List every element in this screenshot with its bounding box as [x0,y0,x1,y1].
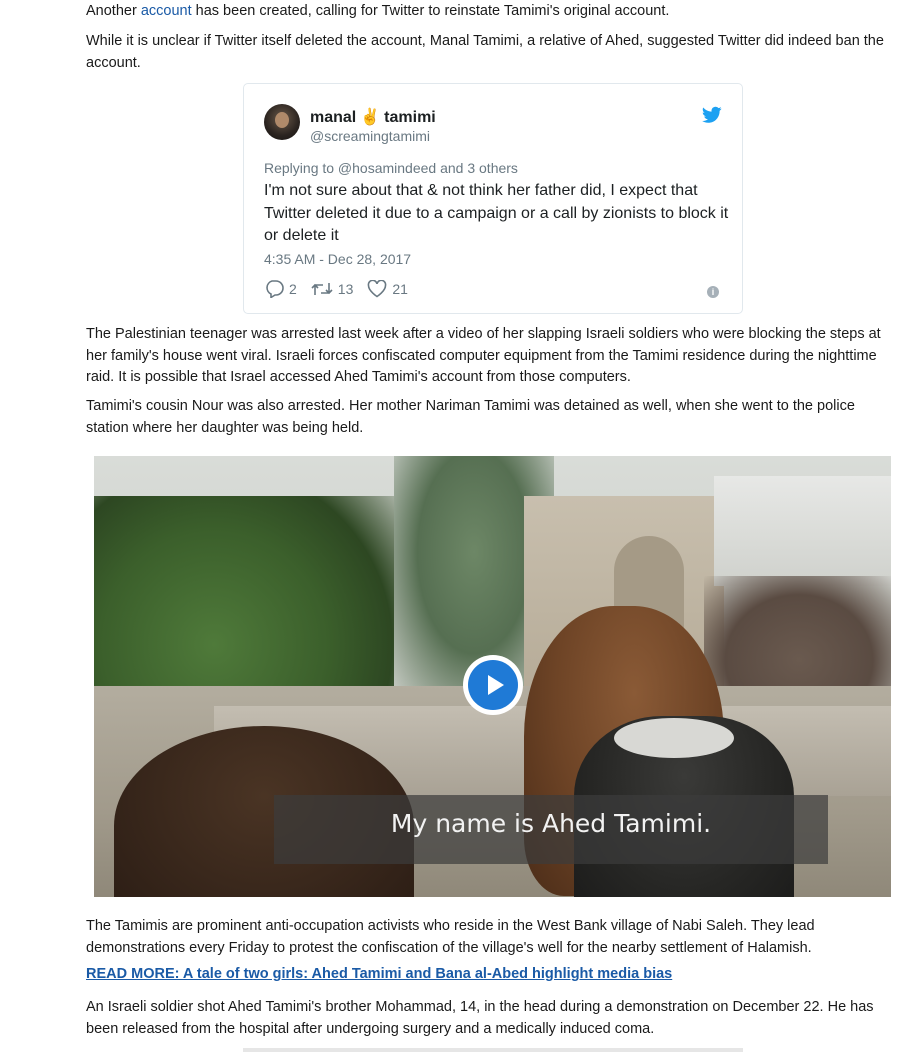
paragraph-soldier: An Israeli soldier shot Ahed Tamimi's br… [86,999,874,1037]
play-button[interactable] [463,655,523,715]
name-first: manal [310,109,357,126]
reply-icon [266,280,284,298]
account-link[interactable]: account [141,3,192,19]
paragraph-arrest: The Palestinian teenager was arrested la… [86,326,881,385]
read-more-link[interactable]: READ MORE: A tale of two girls: Ahed Tam… [86,966,672,982]
retweet-icon [311,283,333,295]
tweet-handle[interactable]: @screamingtamimi [310,128,430,144]
retweet-count: 13 [337,281,354,297]
paragraph-account: Another account has been created, callin… [86,1,896,23]
reply-count: 2 [289,281,297,297]
tweet-reply-to[interactable]: Replying to @hosamindeed and 3 others [264,160,518,176]
paragraph-cousin: Tamimi's cousin Nour was also arrested. … [86,398,855,436]
tweet-author-name[interactable]: manal ✌ tamimi [310,107,436,127]
paragraph-text: Another [86,3,141,19]
play-icon [468,660,518,710]
video-caption: My name is Ahed Tamimi. [390,809,712,838]
reply-button[interactable]: 2 [264,280,297,298]
peace-emoji-icon: ✌ [360,109,381,126]
paragraph-manal: While it is unclear if Twitter itself de… [86,33,884,71]
tweet-actions: 2 13 21 [264,280,408,298]
next-embed-edge [243,1048,743,1052]
retweet-button[interactable]: 13 [311,281,354,297]
embedded-tweet[interactable]: manal ✌ tamimi @screamingtamimi Replying t… [243,83,743,314]
like-button[interactable]: 21 [367,280,408,298]
paragraph-text: has been created, calling for Twitter to… [191,3,670,19]
tweet-timestamp[interactable]: 4:35 AM - Dec 28, 2017 [264,251,411,267]
tweet-text: I'm not sure about that & not think her … [264,182,729,244]
like-count: 21 [392,281,408,297]
paragraph-tamimis: The Tamimis are prominent anti-occupatio… [86,918,815,956]
name-last: tamimi [384,109,436,126]
avatar[interactable] [264,104,300,140]
info-icon[interactable]: i [707,286,719,298]
twitter-bird-icon[interactable] [702,106,722,124]
heart-icon [368,280,387,298]
video-frame-collar [614,718,734,758]
video-frame-building [714,476,891,586]
video-player[interactable]: My name is Ahed Tamimi. [94,456,891,897]
